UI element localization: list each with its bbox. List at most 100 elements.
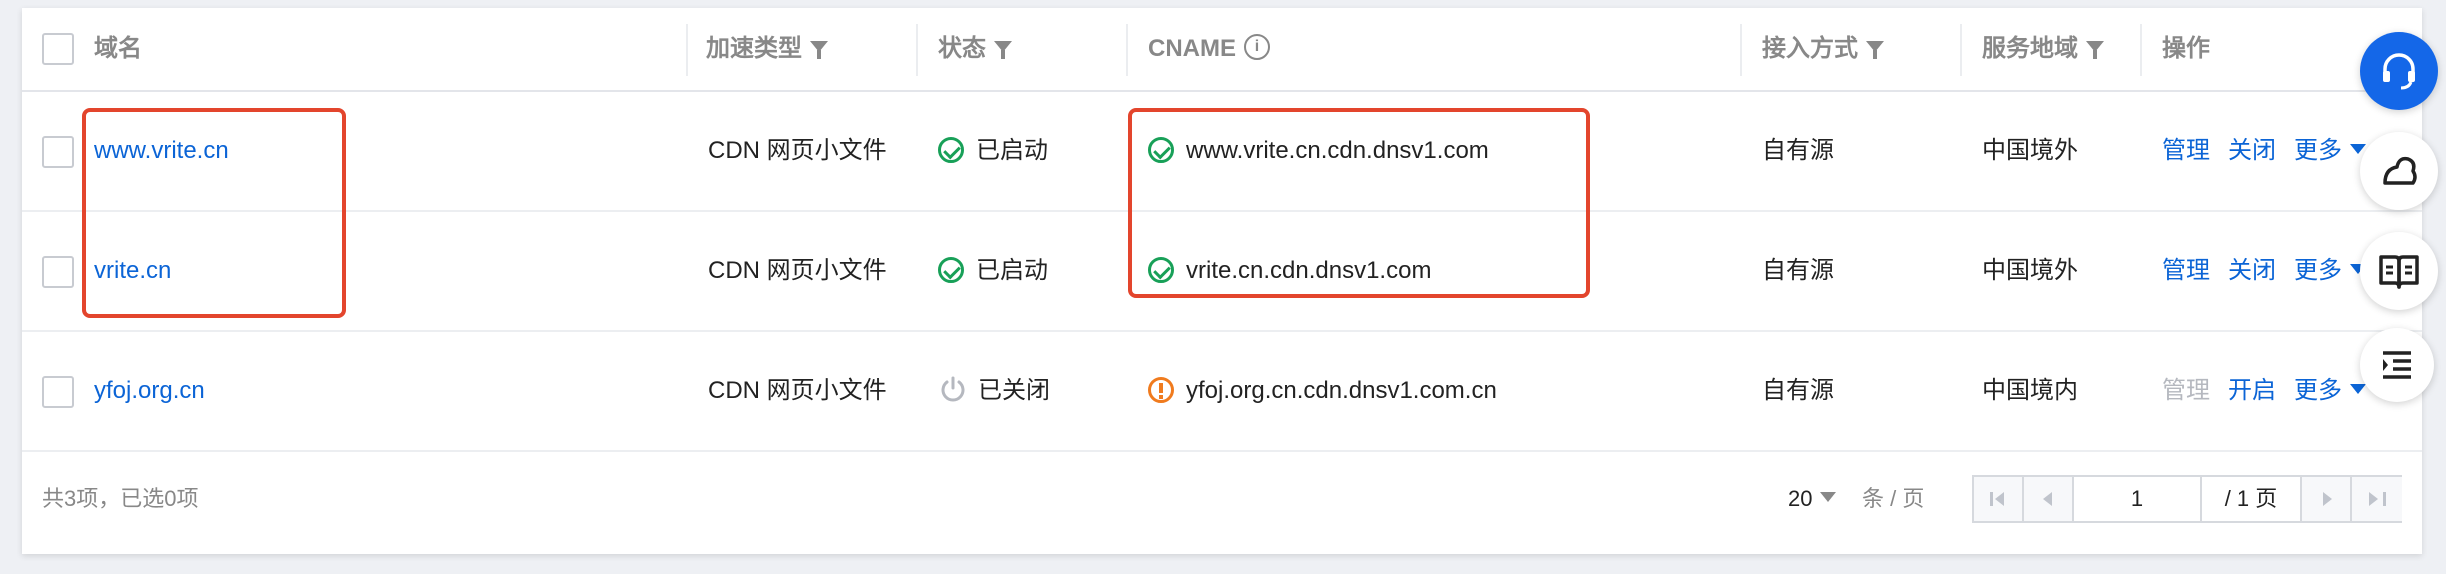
access-mode: 自有源 <box>1762 137 1834 164</box>
col-region-label: 服务地域 <box>1982 35 2078 62</box>
headset-icon <box>2383 53 2415 90</box>
accel-type: CDN 网页小文件 <box>708 377 887 404</box>
check-circle-icon <box>938 256 964 283</box>
next-page-button[interactable] <box>2302 477 2352 521</box>
col-status[interactable]: 状态 <box>938 8 1012 90</box>
col-actions: 操作 <box>2162 8 2210 90</box>
prev-page-button[interactable] <box>2024 477 2074 521</box>
check-circle-icon <box>938 136 964 163</box>
check-circle-icon <box>1148 256 1174 283</box>
page-size-select[interactable]: 20 <box>1788 444 1837 554</box>
status-text: 已关闭 <box>978 377 1050 404</box>
status-text: 已启动 <box>976 257 1048 284</box>
cname-text: yfoj.org.cn.cdn.dnsv1.com.cn <box>1186 377 1497 404</box>
column-divider <box>1960 24 1962 76</box>
cname-text: www.vrite.cn.cdn.dnsv1.com <box>1186 137 1489 164</box>
region: 中国境外 <box>1982 257 2078 284</box>
page-input[interactable]: 1 <box>2074 477 2202 521</box>
status-cell: 已关闭 <box>938 332 1050 450</box>
select-all-checkbox[interactable] <box>42 33 74 65</box>
total-pages: / 1 页 <box>2202 477 2302 521</box>
column-divider <box>916 24 918 76</box>
chat-bubble-icon <box>2383 156 2417 185</box>
check-circle-icon <box>1148 136 1174 163</box>
col-domain-label: 域名 <box>94 35 142 62</box>
more-label: 更多 <box>2294 137 2342 164</box>
column-divider <box>686 24 688 76</box>
col-cname-label: CNAME <box>1148 35 1236 62</box>
col-accel-type[interactable]: 加速类型 <box>706 8 828 90</box>
support-button[interactable] <box>2360 32 2438 110</box>
page-size-value: 20 <box>1788 486 1813 511</box>
actions-cell: 管理 关闭 更多 <box>2162 92 2366 210</box>
filter-icon[interactable] <box>810 41 828 60</box>
next-page-icon <box>2323 492 2332 506</box>
more-dropdown[interactable]: 更多 <box>2294 377 2366 404</box>
table-header: 域名 加速类型 状态 CNAME i 接入方式 服务地域 操作 <box>22 8 2422 92</box>
row-checkbox[interactable] <box>42 376 74 408</box>
docs-button[interactable] <box>2360 232 2438 310</box>
more-dropdown[interactable]: 更多 <box>2294 257 2366 284</box>
col-domain: 域名 <box>94 8 142 90</box>
row-checkbox[interactable] <box>42 256 74 288</box>
info-icon[interactable]: i <box>1244 33 1270 60</box>
access-mode: 自有源 <box>1762 377 1834 404</box>
cname-text: vrite.cn.cdn.dnsv1.com <box>1186 257 1432 284</box>
domain-link[interactable]: vrite.cn <box>94 212 171 330</box>
indent-list-icon <box>2383 351 2411 379</box>
col-status-label: 状态 <box>938 35 986 62</box>
prev-page-icon <box>2043 492 2052 506</box>
cname-cell: yfoj.org.cn.cdn.dnsv1.com.cn <box>1148 332 1497 450</box>
more-dropdown[interactable]: 更多 <box>2294 137 2366 164</box>
first-page-icon <box>1995 492 2004 506</box>
actions-cell: 管理 关闭 更多 <box>2162 212 2366 330</box>
manage-button[interactable]: 管理 <box>2162 257 2210 284</box>
page-size-unit: 条 / 页 <box>1862 486 1925 511</box>
manage-button[interactable]: 管理 <box>2162 137 2210 164</box>
status-cell: 已启动 <box>938 92 1048 210</box>
first-page-button[interactable] <box>1974 477 2024 521</box>
table-row: vrite.cn CDN 网页小文件 已启动 vrite.cn.cdn.dnsv… <box>22 212 2422 332</box>
accel-type: CDN 网页小文件 <box>708 257 887 284</box>
cname-cell: www.vrite.cn.cdn.dnsv1.com <box>1148 92 1489 210</box>
toggle-button[interactable]: 关闭 <box>2228 137 2276 164</box>
col-cname: CNAME i <box>1148 8 1270 90</box>
column-divider <box>1740 24 1742 76</box>
last-page-button[interactable] <box>2352 477 2402 521</box>
collapse-button[interactable] <box>2360 328 2434 402</box>
row-checkbox[interactable] <box>42 136 74 168</box>
status-cell: 已启动 <box>938 212 1048 330</box>
caret-down-icon <box>1820 492 1837 503</box>
first-page-icon <box>1990 492 1993 506</box>
col-access[interactable]: 接入方式 <box>1762 8 1884 90</box>
domain-table-panel: 域名 加速类型 状态 CNAME i 接入方式 服务地域 操作 www.vrite… <box>22 8 2422 554</box>
domain-link[interactable]: www.vrite.cn <box>94 92 229 210</box>
caret-down-icon <box>2350 383 2366 394</box>
status-text: 已启动 <box>976 137 1048 164</box>
power-icon <box>941 376 965 402</box>
col-access-label: 接入方式 <box>1762 35 1858 62</box>
col-accel-type-label: 加速类型 <box>706 35 802 62</box>
warning-circle-icon <box>1148 376 1174 403</box>
filter-icon[interactable] <box>1866 41 1884 60</box>
table-row: yfoj.org.cn CDN 网页小文件 已关闭 yfoj.org.cn.cd… <box>22 332 2422 452</box>
table-footer: 共3项，已选0项 20 条 / 页 1 / 1 页 <box>22 444 2422 554</box>
domain-link[interactable]: yfoj.org.cn <box>94 332 205 450</box>
more-label: 更多 <box>2294 377 2342 404</box>
filter-icon[interactable] <box>2086 41 2104 60</box>
toggle-button[interactable]: 开启 <box>2228 377 2276 404</box>
last-page-icon <box>2383 492 2386 506</box>
toggle-button[interactable]: 关闭 <box>2228 257 2276 284</box>
actions-cell: 管理 开启 更多 <box>2162 332 2366 450</box>
col-actions-label: 操作 <box>2162 35 2210 62</box>
column-divider <box>2140 24 2142 76</box>
filter-icon[interactable] <box>994 41 1012 60</box>
col-region[interactable]: 服务地域 <box>1982 8 2104 90</box>
region: 中国境外 <box>1982 137 2078 164</box>
more-label: 更多 <box>2294 257 2342 284</box>
cname-cell: vrite.cn.cdn.dnsv1.com <box>1148 212 1431 330</box>
accel-type: CDN 网页小文件 <box>708 137 887 164</box>
community-button[interactable] <box>2360 132 2438 210</box>
book-icon <box>2379 255 2419 289</box>
pagination: 1 / 1 页 <box>1972 475 2402 523</box>
